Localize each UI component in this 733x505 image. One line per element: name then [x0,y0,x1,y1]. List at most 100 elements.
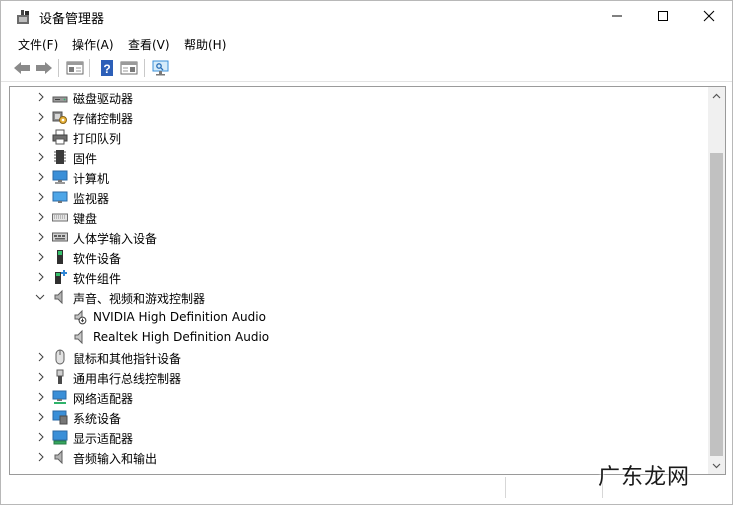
tree-node-disk-drives[interactable]: 磁盘驱动器 [10,87,706,107]
tree-node-monitors[interactable]: 监视器 [10,187,706,207]
tree-node-label: 音频输入和输出 [73,452,158,466]
tree-node-print-queues[interactable]: 打印队列 [10,127,706,147]
tree-node-label: 监视器 [73,192,110,206]
toolbar-separator [58,59,59,77]
close-button[interactable] [686,1,732,31]
back-button[interactable] [12,58,32,78]
chevron-right-icon[interactable] [35,231,47,243]
tree-node-display-adapters[interactable]: 显示适配器 [10,427,706,447]
window-title: 设备管理器 [39,12,105,27]
vertical-scrollbar[interactable] [708,87,725,474]
network-adapter-icon [52,390,67,404]
chevron-right-icon[interactable] [35,391,47,403]
back-arrow-icon [14,62,30,74]
menu-file[interactable]: 文件(F) [18,36,58,53]
tree-node-sound-video-game-controllers[interactable]: 声音、视频和游戏控制器 [10,287,706,307]
tree-node-keyboards[interactable]: 键盘 [10,207,706,227]
tree-node-computer[interactable]: 计算机 [10,167,706,187]
device-tree: 磁盘驱动器 存储控制器 打印队列 固件 计算机 监视器 键盘 人体学输入设备 软… [9,86,726,475]
chevron-right-icon[interactable] [35,171,47,183]
chevron-down-icon [712,463,721,468]
scrollbar-thumb[interactable] [710,153,723,456]
chevron-right-icon[interactable] [35,111,47,123]
chevron-right-icon[interactable] [35,431,47,443]
show-hide-button[interactable] [119,58,139,78]
keyboard-icon [52,213,68,222]
chevron-right-icon[interactable] [35,411,47,423]
chevron-right-icon[interactable] [35,251,47,263]
tree-node-software-components[interactable]: 软件组件 [10,267,706,287]
disk-drive-icon [52,96,68,103]
display-adapter-icon [52,430,68,445]
tree-node-hid[interactable]: 人体学输入设备 [10,227,706,247]
forward-arrow-icon [36,62,52,74]
status-bar-panel [505,477,603,498]
tree-node-label: NVIDIA High Definition Audio [93,310,266,324]
scroll-down-button[interactable] [708,457,725,474]
chevron-right-icon[interactable] [35,191,47,203]
toolbar: ? [1,55,732,82]
menu-help[interactable]: 帮助(H) [184,36,226,53]
tree-node-label: 系统设备 [73,412,122,426]
toolbar-separator [89,59,90,77]
chevron-up-icon [712,93,721,98]
usb-icon [56,369,64,384]
chevron-right-icon[interactable] [35,371,47,383]
tree-node-label: 通用串行总线控制器 [73,372,182,386]
firmware-icon [54,150,66,164]
chevron-right-icon[interactable] [35,131,47,143]
menu-action[interactable]: 操作(A) [72,36,114,53]
chevron-right-icon[interactable] [35,351,47,363]
tree-node-system-devices[interactable]: 系统设备 [10,407,706,427]
toolbar-separator [144,59,145,77]
tree-node-nvidia-audio[interactable]: NVIDIA High Definition Audio [10,307,706,327]
tree-node-label: 声音、视频和游戏控制器 [73,292,206,306]
tree-node-software-devices[interactable]: 软件设备 [10,247,706,267]
maximize-icon [658,11,668,21]
tree-node-firmware[interactable]: 固件 [10,147,706,167]
menu-bar: 文件(F) 操作(A) 查看(V) 帮助(H) [1,32,732,54]
tree-node-mice[interactable]: 鼠标和其他指针设备 [10,347,706,367]
title-bar[interactable]: 设备管理器 [1,1,732,32]
svg-text:?: ? [103,62,110,76]
scan-hardware-button[interactable] [151,58,171,78]
maximize-button[interactable] [640,1,686,31]
audio-device-icon [74,329,83,345]
close-icon [703,10,715,22]
storage-controller-icon [52,111,67,124]
tree-node-label: 软件设备 [73,252,122,266]
software-device-icon [57,250,63,264]
computer-icon [52,170,68,184]
tree-node-realtek-audio[interactable]: Realtek High Definition Audio [10,327,706,347]
menu-view[interactable]: 查看(V) [128,36,170,53]
tree-node-label: 显示适配器 [73,432,134,446]
audio-device-warning-icon [74,309,87,325]
chevron-right-icon[interactable] [35,151,47,163]
tree-node-usb-controllers[interactable]: 通用串行总线控制器 [10,367,706,387]
tree-node-storage-controllers[interactable]: 存储控制器 [10,107,706,127]
properties-panel-icon [66,61,84,75]
tree-node-label: 软件组件 [73,272,122,286]
chevron-right-icon[interactable] [35,211,47,223]
chevron-right-icon[interactable] [35,91,47,103]
forward-button[interactable] [34,58,54,78]
tree-node-network-adapters[interactable]: 网络适配器 [10,387,706,407]
chevron-down-icon[interactable] [34,291,46,303]
scroll-up-button[interactable] [708,87,725,104]
tree-node-label: 固件 [73,152,98,166]
hid-icon [52,232,68,242]
tree-node-label: 存储控制器 [73,112,134,126]
tree-node-label: 人体学输入设备 [73,232,158,246]
tree-node-label: 网络适配器 [73,392,134,406]
minimize-button[interactable] [594,1,640,31]
chevron-right-icon[interactable] [35,451,47,463]
tree-node-label: 鼠标和其他指针设备 [73,352,182,366]
tree-node-label: Realtek High Definition Audio [93,330,270,344]
software-component-icon [55,270,67,284]
tree-node-label: 计算机 [73,172,110,186]
properties-button[interactable] [65,58,85,78]
watermark-text: 广东龙网 [598,465,691,490]
help-button[interactable]: ? [97,58,117,78]
chevron-right-icon[interactable] [35,271,47,283]
tree-node-label: 磁盘驱动器 [73,92,134,106]
